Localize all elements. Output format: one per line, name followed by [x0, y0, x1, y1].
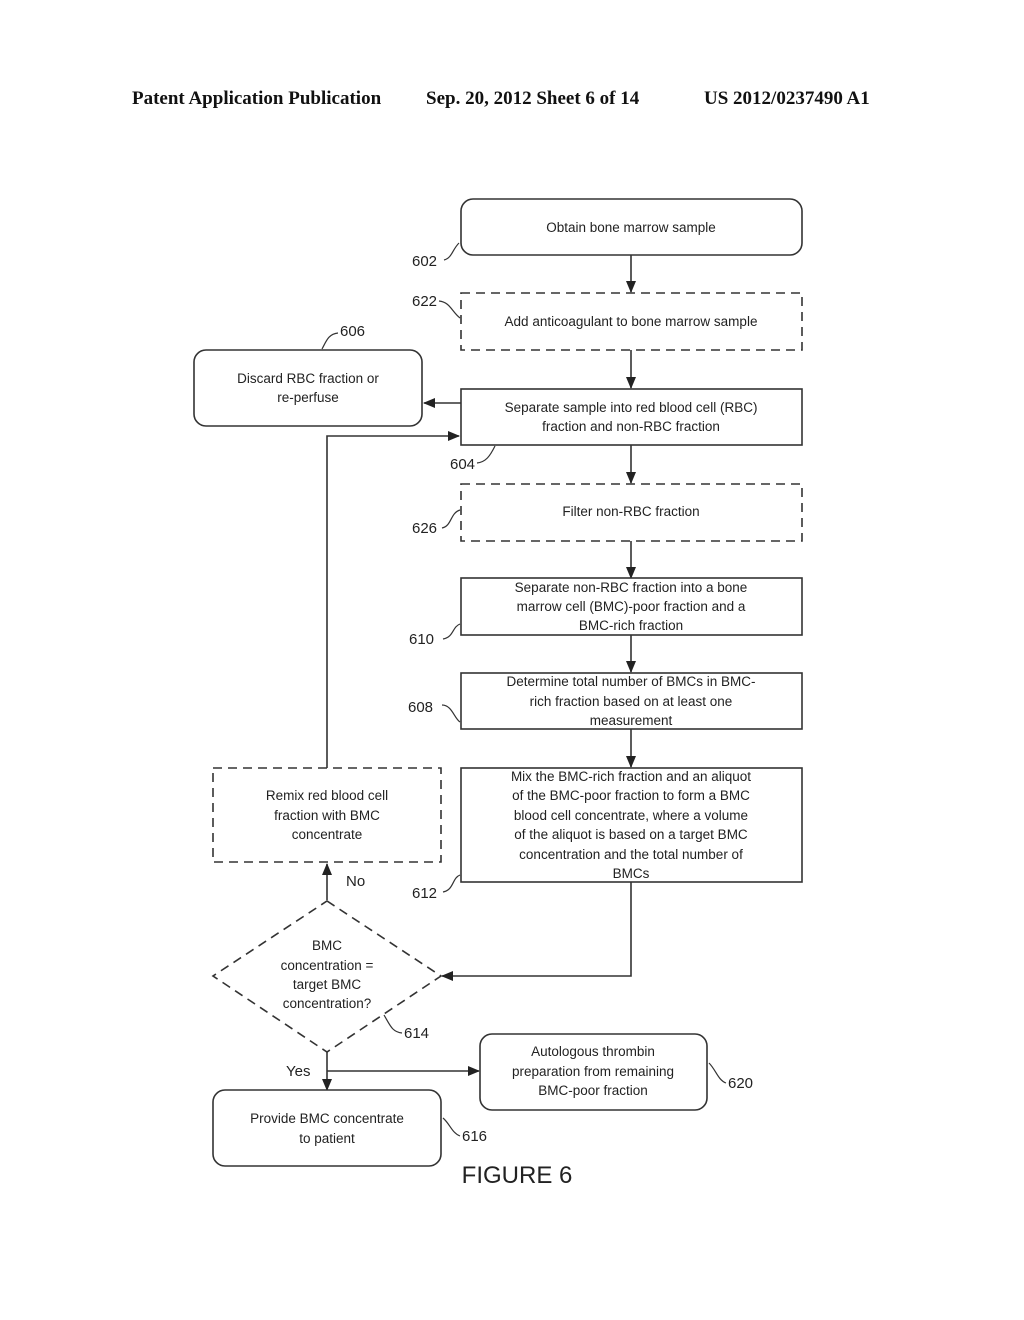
step-604-line: fraction and non-RBC fraction [542, 419, 720, 434]
step-604-line: Separate sample into red blood cell (RBC… [505, 400, 758, 415]
step-620-leader [708, 1062, 727, 1084]
step-610: Separate non-RBC fraction into a bone ma… [409, 577, 803, 648]
step-608-line: Determine total number of BMCs in BMC- [506, 674, 755, 689]
step-606-leader [321, 332, 339, 350]
step-606-box [193, 349, 423, 427]
arrow-612-614 [441, 882, 632, 981]
step-610-line: Separate non-RBC fraction into a bone [515, 580, 748, 595]
step-626-line: Filter non-RBC fraction [562, 504, 699, 519]
step-612-box [460, 767, 803, 883]
step-606-ref: 606 [340, 323, 365, 340]
decision-614-leader [383, 1014, 403, 1034]
decision-614: BMC concentration = target BMC concentra… [211, 900, 443, 1053]
step-608: Determine total number of BMCs in BMC- r… [408, 672, 803, 730]
decision-614-ref: 614 [404, 1025, 429, 1042]
step-610-line: marrow cell (BMC)-poor fraction and a [517, 599, 746, 614]
step-608-line: measurement [590, 713, 673, 728]
step-620-line: preparation from remaining [512, 1064, 674, 1079]
step-612-ref: 612 [412, 885, 437, 902]
step-610-ref: 610 [409, 631, 434, 648]
step-622-ref: 622 [412, 293, 437, 310]
step-616: Provide BMC concentrate to patient 616 [212, 1089, 487, 1167]
step-616-leader [442, 1117, 461, 1137]
step-602: Obtain bone marrow sample 602 [412, 198, 803, 270]
decision-614-line: concentration? [283, 996, 372, 1011]
step-616-line: to patient [299, 1131, 355, 1146]
decision-614-line: target BMC [293, 977, 362, 992]
step-622: Add anticoagulant to bone marrow sample … [412, 292, 803, 351]
step-606-line: Discard RBC fraction or [237, 371, 379, 386]
step-604-ref: 604 [450, 456, 475, 473]
step-612-line: concentration and the total number of [519, 847, 743, 862]
decision-614-line: concentration = [281, 958, 374, 973]
step-616-ref: 616 [462, 1128, 487, 1145]
step-616-line: Provide BMC concentrate [250, 1111, 404, 1126]
step-610-line: BMC-rich fraction [579, 618, 683, 633]
step-620: Autologous thrombin preparation from rem… [479, 1033, 753, 1111]
step-604-leader [476, 445, 496, 464]
step-626: Filter non-RBC fraction 626 [412, 483, 803, 542]
step-608-ref: 608 [408, 699, 433, 716]
step-608-leader [441, 704, 461, 723]
step-612-leader [442, 874, 461, 893]
step-612-line: blood cell concentrate, where a volume [514, 808, 748, 823]
step-622-leader [438, 300, 461, 319]
step-606-line: re-perfuse [277, 390, 339, 405]
step-602-ref: 602 [412, 253, 437, 270]
step-612-line: Mix the BMC-rich fraction and an aliquot [511, 769, 751, 784]
step-612-line: BMCs [613, 866, 650, 881]
flowchart: Obtain bone marrow sample 602 Add antico… [193, 198, 803, 1189]
step-612: Mix the BMC-rich fraction and an aliquot… [412, 767, 803, 902]
step-612-line: of the BMC-poor fraction to form a BMC [512, 788, 750, 803]
step-620-ref: 620 [728, 1075, 753, 1092]
decision-614-line: BMC [312, 938, 342, 953]
step-606: Discard RBC fraction or re-perfuse 606 [193, 323, 423, 427]
step-626-ref: 626 [412, 520, 437, 537]
step-620-line: BMC-poor fraction [538, 1083, 648, 1098]
step-604-box [460, 388, 803, 446]
step-602-line: Obtain bone marrow sample [546, 220, 716, 235]
step-622-line: Add anticoagulant to bone marrow sample [505, 314, 758, 329]
step-remix-line: fraction with BMC [274, 808, 380, 823]
step-602-leader [443, 242, 460, 261]
step-remix: Remix red blood cell fraction with BMC c… [212, 767, 442, 863]
step-remix-line: Remix red blood cell [266, 788, 388, 803]
step-610-leader [442, 623, 461, 640]
figure-label: FIGURE 6 [462, 1162, 573, 1189]
branch-no-label: No [346, 873, 365, 890]
step-612-line: of the aliquot is based on a target BMC [514, 827, 748, 842]
step-remix-line: concentrate [292, 827, 363, 842]
step-626-leader [441, 509, 461, 529]
step-604: Separate sample into red blood cell (RBC… [450, 388, 803, 473]
step-620-line: Autologous thrombin [531, 1044, 655, 1059]
step-616-box [212, 1089, 442, 1167]
step-608-line: rich fraction based on at least one [530, 694, 733, 709]
branch-yes-label: Yes [286, 1063, 310, 1080]
arrow-618-604 [326, 431, 460, 768]
